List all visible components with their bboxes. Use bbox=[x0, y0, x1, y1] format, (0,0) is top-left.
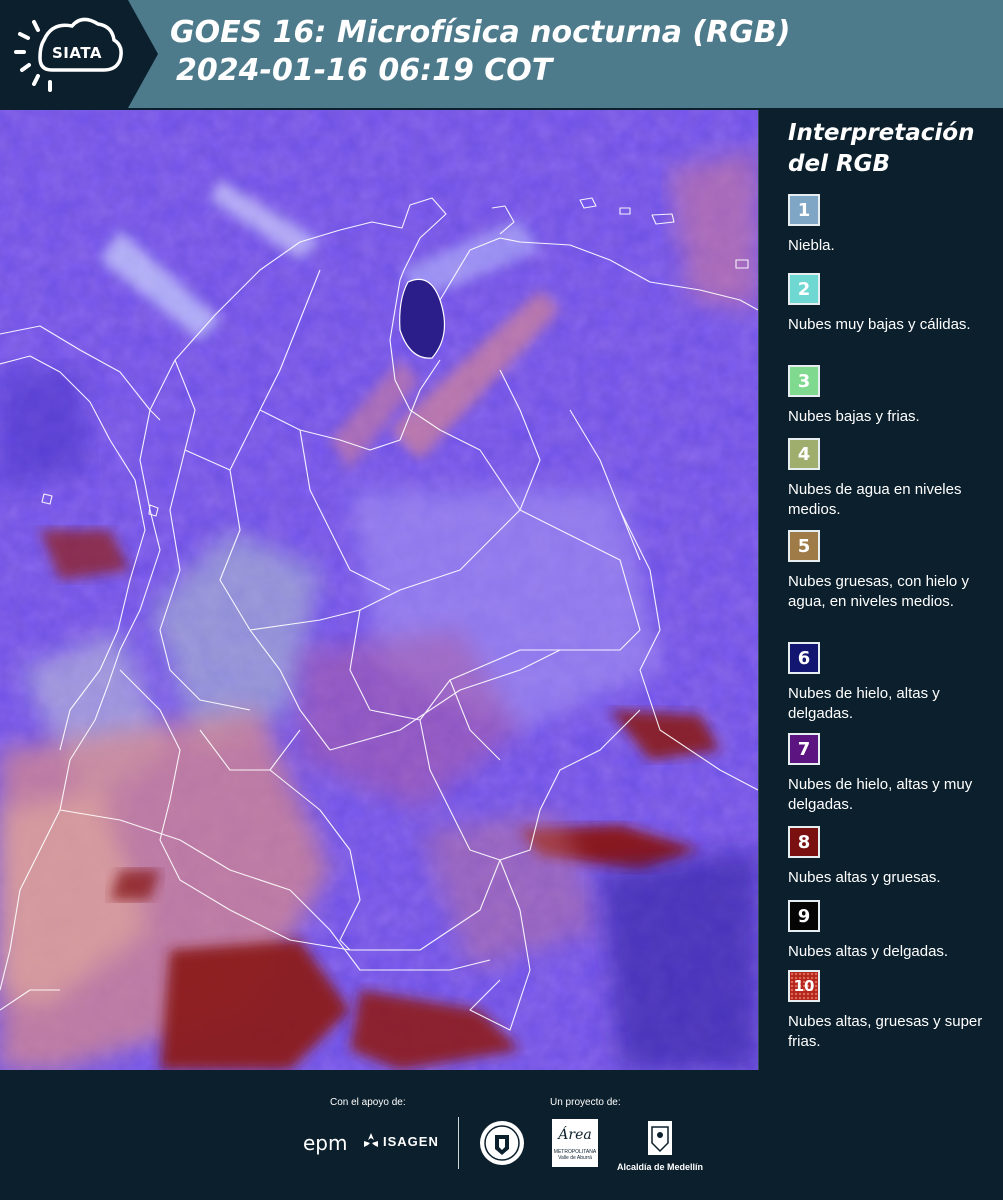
footer: Con el apoyo de: Un proyecto de: epm ISA… bbox=[0, 1071, 1003, 1200]
legend-swatch: 2 bbox=[788, 273, 820, 305]
area-logo-text: Área bbox=[558, 1127, 592, 1143]
legend-label: Nubes muy bajas y cálidas. bbox=[788, 316, 971, 333]
legend-item-2: 2 Nubes muy bajas y cálidas. bbox=[788, 273, 993, 335]
legend-swatch: 4 bbox=[788, 438, 820, 470]
seal-icon bbox=[480, 1121, 524, 1165]
legend-swatch: 9 bbox=[788, 900, 820, 932]
title-line-2: 2024-01-16 06:19 COT bbox=[176, 53, 553, 88]
legend-swatch: 8 bbox=[788, 826, 820, 858]
area-metropolitana-logo[interactable]: Área METROPOLITANA Valle de Aburrá bbox=[552, 1119, 598, 1167]
legend-label: Niebla. bbox=[788, 237, 835, 254]
satellite-image bbox=[0, 110, 758, 1070]
legend-swatch: 5 bbox=[788, 530, 820, 562]
legend-swatch: 1 bbox=[788, 194, 820, 226]
header-bar: SIATA GOES 16: Microfísica nocturna (RGB… bbox=[0, 0, 1003, 108]
legend-label: Nubes altas y delgadas. bbox=[788, 943, 949, 960]
legend-label: Nubes de hielo, altas y muy delgadas. bbox=[788, 776, 973, 813]
siata-logo[interactable]: SIATA bbox=[0, 0, 160, 108]
alcaldia-medellin-logo[interactable]: Alcaldía de Medellín bbox=[612, 1119, 708, 1172]
page-title: GOES 16: Microfísica nocturna (RGB) 2024… bbox=[170, 14, 790, 90]
legend-item-7: 7 Nubes de hielo, altas y muy delgadas. bbox=[788, 733, 993, 815]
isagen-icon bbox=[364, 1133, 378, 1147]
epm-logo[interactable]: epm bbox=[303, 1131, 347, 1155]
area-logo-sub2: Valle de Aburrá bbox=[558, 1155, 592, 1161]
legend-item-10: 10 Nubes altas, gruesas y super frias. bbox=[788, 970, 993, 1052]
legend-swatch: 10 bbox=[788, 970, 820, 1002]
legend-item-1: 1 Niebla. bbox=[788, 194, 993, 256]
medellin-shield-icon bbox=[648, 1121, 672, 1155]
legend-label: Nubes altas y gruesas. bbox=[788, 869, 941, 886]
legend-title: Interpretación del RGB bbox=[788, 118, 993, 180]
footer-divider bbox=[458, 1117, 459, 1169]
legend-item-8: 8 Nubes altas y gruesas. bbox=[788, 826, 993, 888]
legend-label: Nubes gruesas, con hielo y agua, en nive… bbox=[788, 573, 969, 610]
legend-item-4: 4 Nubes de agua en niveles medios. bbox=[788, 438, 993, 520]
legend-label: Nubes altas, gruesas y super frias. bbox=[788, 1013, 983, 1050]
legend-label: Nubes de hielo, altas y delgadas. bbox=[788, 685, 940, 722]
siata-logo-text: SIATA bbox=[52, 44, 103, 62]
rgb-legend: Interpretación del RGB 1 Niebla. 2 Nubes… bbox=[788, 118, 993, 1050]
legend-item-3: 3 Nubes bajas y frias. bbox=[788, 365, 993, 427]
project-label: Un proyecto de: bbox=[550, 1097, 621, 1108]
legend-swatch: 6 bbox=[788, 642, 820, 674]
legend-label: Nubes bajas y frias. bbox=[788, 408, 920, 425]
legend-title-line-2: del RGB bbox=[788, 151, 891, 177]
legend-label: Nubes de agua en niveles medios. bbox=[788, 481, 962, 518]
isagen-logo[interactable]: ISAGEN bbox=[362, 1132, 439, 1150]
support-label: Con el apoyo de: bbox=[330, 1097, 406, 1108]
title-line-1: GOES 16: Microfísica nocturna (RGB) bbox=[170, 15, 791, 50]
legend-swatch: 3 bbox=[788, 365, 820, 397]
legend-item-9: 9 Nubes altas y delgadas. bbox=[788, 900, 993, 962]
satellite-map[interactable] bbox=[0, 110, 759, 1070]
legend-title-line-1: Interpretación bbox=[788, 120, 975, 146]
legend-item-6: 6 Nubes de hielo, altas y delgadas. bbox=[788, 642, 993, 724]
legend-item-5: 5 Nubes gruesas, con hielo y agua, en ni… bbox=[788, 530, 993, 612]
university-seal-logo[interactable] bbox=[478, 1119, 526, 1172]
isagen-text: ISAGEN bbox=[383, 1133, 439, 1149]
legend-swatch: 7 bbox=[788, 733, 820, 765]
alcaldia-text: Alcaldía de Medellín bbox=[616, 1162, 704, 1172]
